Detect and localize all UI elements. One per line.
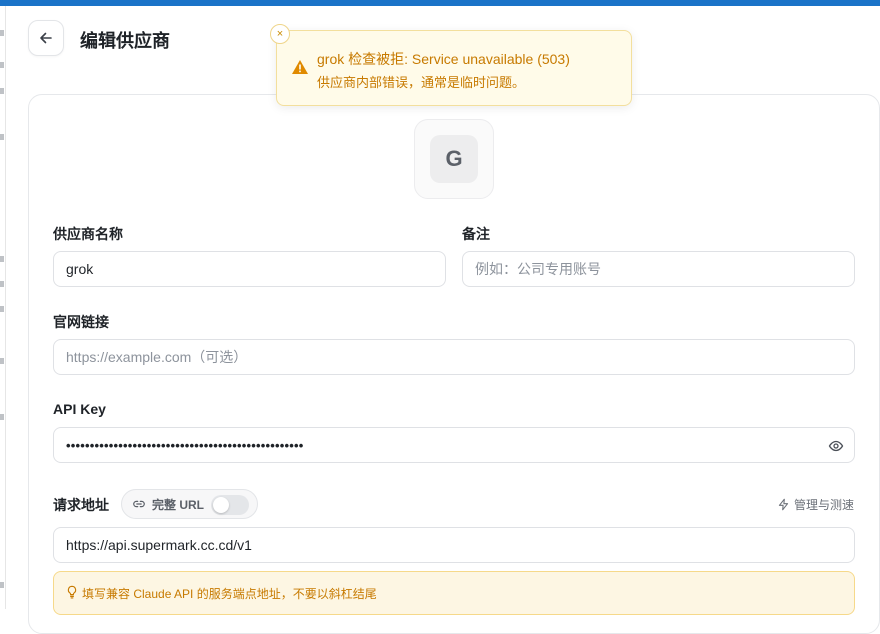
- endpoint-hint-text: 填写兼容 Claude API 的服务端点地址，不要以斜杠结尾: [82, 587, 377, 601]
- note-placeholder: 例如：公司专用账号: [475, 261, 601, 277]
- full-url-switch[interactable]: [211, 495, 249, 515]
- full-url-label: 完整 URL: [152, 497, 204, 512]
- lightbulb-icon: [67, 585, 77, 599]
- note-input[interactable]: 例如：公司专用账号: [462, 251, 855, 287]
- arrow-left-icon: [40, 32, 52, 44]
- page-title: 编辑供应商: [80, 31, 170, 51]
- website-input[interactable]: https://example.com（可选）: [53, 339, 855, 375]
- provider-logo-letter: G: [430, 135, 478, 183]
- provider-name-input[interactable]: grok: [53, 251, 446, 287]
- toast-description: 供应商内部错误，通常是临时问题。: [317, 75, 526, 90]
- lightning-icon: [778, 498, 789, 511]
- toast-title: grok 检查被拒: Service unavailable (503): [317, 51, 570, 67]
- endpoint-value: https://api.supermark.cc.cd/v1: [66, 537, 252, 553]
- api-key-input[interactable]: ••••••••••••••••••••••••••••••••••••••••…: [53, 427, 855, 463]
- full-url-toggle-chip[interactable]: 完整 URL: [121, 489, 258, 519]
- website-label: 官网链接: [53, 314, 109, 330]
- provider-name-label: 供应商名称: [53, 226, 123, 242]
- toast-close-button[interactable]: ×: [270, 24, 290, 44]
- window-top-bar: [0, 0, 880, 6]
- link-icon: [133, 500, 145, 508]
- endpoint-label: 请求地址: [53, 497, 109, 513]
- close-icon: ×: [276, 28, 284, 40]
- note-label: 备注: [462, 226, 490, 242]
- endpoint-input[interactable]: https://api.supermark.cc.cd/v1: [53, 527, 855, 563]
- eye-icon[interactable]: [828, 438, 844, 454]
- website-placeholder: https://example.com（可选）: [66, 349, 248, 365]
- provider-name-value: grok: [66, 261, 94, 277]
- warning-icon: [292, 60, 308, 74]
- background-window-edge: [0, 6, 6, 609]
- api-key-label: API Key: [53, 401, 106, 417]
- endpoint-hint: 填写兼容 Claude API 的服务端点地址，不要以斜杠结尾: [53, 571, 855, 615]
- error-toast: grok 检查被拒: Service unavailable (503) 供应商…: [276, 30, 632, 106]
- api-key-masked-value: ••••••••••••••••••••••••••••••••••••••••…: [66, 437, 304, 453]
- back-button[interactable]: [28, 20, 64, 56]
- manage-label: 管理与测速: [794, 498, 855, 512]
- manage-and-speedtest-button[interactable]: 管理与测速: [777, 496, 854, 513]
- provider-logo[interactable]: G: [414, 119, 494, 199]
